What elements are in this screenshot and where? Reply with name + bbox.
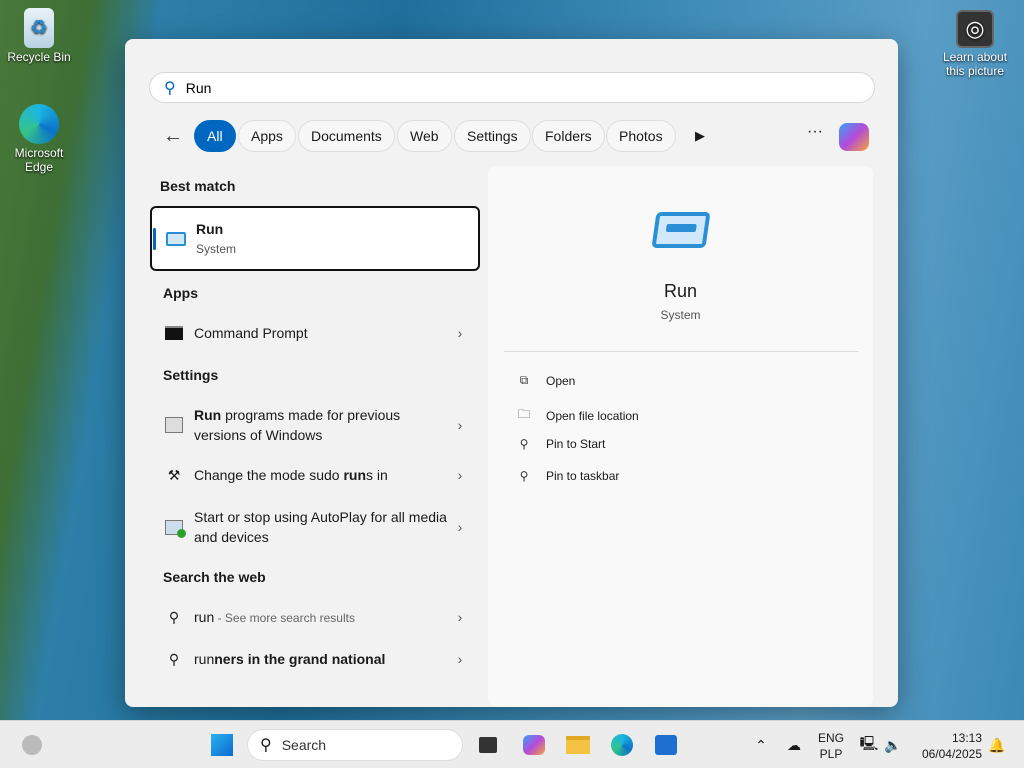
copilot-icon[interactable] [839, 123, 869, 151]
tools-icon: ⚒ [167, 466, 181, 483]
setting-label: programs made for previous versions of W… [194, 407, 401, 443]
store-icon[interactable] [650, 729, 682, 761]
lang-line1: ENG [818, 731, 845, 745]
pin-icon: ⚲ [519, 469, 529, 483]
filter-photos[interactable]: Photos [606, 120, 676, 152]
run-icon [166, 229, 186, 249]
clock[interactable]: 13:13 06/04/2025 [910, 730, 982, 762]
file-explorer-icon[interactable] [562, 729, 594, 761]
learn-about-picture[interactable]: ◎ Learn about this picture [940, 10, 1010, 78]
setting-label: Start or stop using AutoPlay for all med… [194, 509, 447, 545]
filter-all[interactable]: All [194, 120, 236, 152]
action-pin-to-taskbar[interactable]: ⚲ Pin to taskbar [516, 469, 620, 483]
setting-run-programs[interactable]: Run programs made for previous versions … [150, 404, 470, 446]
desktop-icon-edge[interactable]: Microsoft Edge [4, 104, 74, 174]
open-external-icon: ⧉ [519, 373, 529, 387]
best-match-run[interactable]: Run System [150, 206, 480, 271]
app-label: Command Prompt [194, 325, 308, 341]
search-icon: ⚲ [260, 737, 272, 754]
action-label: Open file location [546, 408, 639, 423]
time: 13:13 [951, 731, 982, 745]
weather-widget-icon[interactable] [16, 729, 48, 761]
action-open-file-location[interactable]: 🗀 Open file location [516, 405, 639, 426]
back-button[interactable]: ← [163, 125, 183, 148]
preview-subtitle: System [660, 308, 701, 322]
start-button[interactable] [206, 729, 238, 761]
pin-icon: ⚲ [519, 437, 529, 451]
run-large-icon [651, 212, 711, 248]
autoplay-icon [164, 517, 186, 538]
setting-sudo-mode[interactable]: ⚒ Change the mode sudo runs in › [150, 465, 470, 485]
start-search-panel: ⚲ ← All Apps Documents Web Settings Fold… [125, 39, 898, 707]
search-input[interactable] [185, 79, 786, 96]
best-match-title: Run [196, 220, 224, 237]
section-search-web: Search the web [163, 569, 266, 585]
task-view-icon[interactable] [472, 729, 504, 761]
desktop-icon-recycle-bin[interactable]: ♻ Recycle Bin [4, 8, 74, 64]
web-term: run [194, 608, 215, 625]
notification-bell-icon[interactable]: 🔔 [981, 729, 1013, 761]
chevron-right-icon: › [457, 417, 463, 433]
setting-autoplay[interactable]: Start or stop using AutoPlay for all med… [150, 506, 470, 548]
preview-title: Run [663, 281, 698, 301]
app-command-prompt[interactable]: Command Prompt › [150, 318, 470, 348]
date: 06/04/2025 [921, 747, 982, 761]
filter-documents[interactable]: Documents [298, 120, 395, 152]
filter-apps[interactable]: Apps [238, 120, 296, 152]
search-icon: ⚲ [168, 650, 180, 667]
divider [504, 351, 859, 352]
edge-taskbar-icon[interactable] [606, 729, 638, 761]
edge-icon [19, 104, 59, 144]
filter-web[interactable]: Web [397, 120, 452, 152]
web-hint: - See more search results [214, 610, 355, 625]
taskbar-search-label: Search [281, 737, 327, 753]
match-text: run [343, 467, 367, 483]
language-indicator[interactable]: ENG PLP [818, 730, 844, 762]
web-suggestion: ners in the grand national [214, 651, 386, 667]
copilot-taskbar-icon[interactable] [518, 729, 550, 761]
learn-label: Learn about this picture [942, 50, 1008, 78]
web-result-run[interactable]: ⚲ run - See more search results › [150, 607, 470, 627]
search-box[interactable]: ⚲ [149, 72, 875, 103]
best-match-subtitle: System [196, 241, 237, 256]
compatibility-icon [164, 415, 184, 435]
search-icon: ⚲ [168, 608, 180, 625]
section-settings: Settings [163, 367, 219, 383]
chevron-right-icon: › [457, 651, 463, 667]
more-options-icon[interactable]: ··· [807, 123, 823, 141]
action-label: Pin to taskbar [546, 469, 620, 483]
action-open[interactable]: ⧉ Open [516, 373, 576, 388]
desktop-icon-label: Recycle Bin [7, 50, 71, 64]
search-icon: ⚲ [164, 79, 176, 97]
preview-pane: Run System ⧉ Open 🗀 Open file location ⚲ Pi… [488, 166, 873, 707]
volume-icon[interactable]: 🔈 [877, 729, 909, 761]
match-text: Run [194, 407, 222, 423]
more-filters-play-icon[interactable]: ▶ [695, 128, 705, 144]
camera-icon: ◎ [956, 10, 994, 48]
web-term: run [194, 651, 215, 667]
command-prompt-icon [164, 323, 184, 343]
chevron-right-icon: › [457, 467, 463, 483]
chevron-right-icon: › [457, 325, 463, 341]
chevron-right-icon: › [457, 519, 463, 535]
filter-folders[interactable]: Folders [532, 120, 605, 152]
action-pin-to-start[interactable]: ⚲ Pin to Start [516, 437, 606, 451]
taskbar-search[interactable]: ⚲ Search [247, 729, 463, 761]
setting-label-rest: s in [366, 467, 388, 483]
folder-icon: 🗀 [517, 407, 530, 421]
chevron-right-icon: › [457, 609, 463, 625]
onedrive-offline-icon[interactable]: ☁ [778, 729, 810, 761]
action-label: Open [546, 373, 576, 388]
desktop-icon-label: Microsoft Edge [14, 146, 64, 174]
filter-settings[interactable]: Settings [454, 120, 531, 152]
recycle-bin-icon: ♻ [24, 8, 54, 48]
lang-line2: PLP [819, 747, 843, 761]
section-best-match: Best match [160, 178, 236, 194]
setting-label: Change the mode sudo [194, 467, 344, 483]
show-hidden-icons-chevron[interactable]: ⌃ [745, 729, 777, 761]
section-apps: Apps [163, 285, 198, 301]
web-result-runners[interactable]: ⚲ runners in the grand national › [150, 649, 470, 669]
action-label: Pin to Start [546, 437, 606, 451]
taskbar: ⚲ Search ⌃ ☁ ENG PLP 🖳 🔈 13:13 06/04/2025 … [0, 720, 1024, 768]
